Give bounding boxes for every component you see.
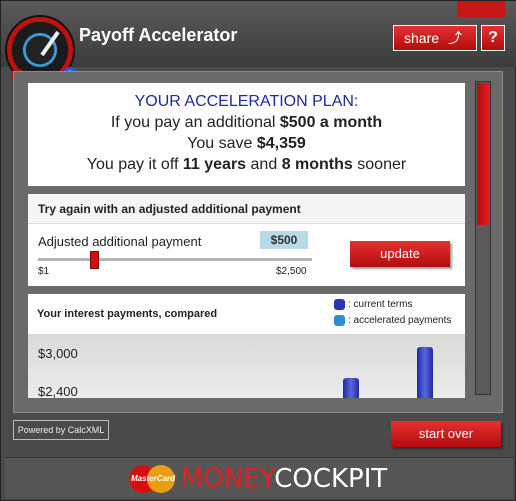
legend-current-swatch bbox=[334, 299, 345, 310]
adjusted-payment-label: Adjusted additional payment bbox=[38, 234, 202, 249]
share-button[interactable]: share ⤴ bbox=[393, 25, 477, 51]
comparison-heading: Your interest payments, compared bbox=[37, 308, 218, 320]
plan-and-text: and bbox=[250, 156, 278, 173]
top-accent-strip bbox=[457, 1, 505, 17]
legend-accelerated-label: : accelerated payments bbox=[348, 315, 452, 327]
chart-bar bbox=[417, 347, 433, 398]
acceleration-plan-summary: YOUR ACCELERATION PLAN: If you pay an ad… bbox=[28, 83, 465, 186]
powered-by-link[interactable]: Powered by CalcXML bbox=[13, 420, 109, 440]
plan-line-savings-prefix: You save bbox=[187, 135, 253, 152]
chart-bar bbox=[343, 378, 359, 398]
slider-max-label: $2,500 bbox=[276, 266, 307, 277]
brand-cockpit: COCKPIT bbox=[274, 464, 388, 494]
plan-heading: YOUR ACCELERATION PLAN: bbox=[134, 93, 359, 110]
plan-savings-value: $4,359 bbox=[256, 135, 306, 152]
legend-current-label: : current terms bbox=[348, 299, 413, 311]
slider-min-label: $1 bbox=[38, 266, 50, 277]
footer-bar: MasterCard MONEYCOCKPIT bbox=[5, 457, 513, 499]
app-window: − + Payoff Accelerator share ⤴ ? YOUR AC… bbox=[0, 0, 516, 501]
payment-slider-thumb[interactable] bbox=[90, 251, 99, 269]
y-tick-label: $2,400 bbox=[38, 384, 78, 398]
interest-comparison-panel: Your interest payments, compared : curre… bbox=[28, 294, 465, 398]
plan-line-payoff-suffix: sooner bbox=[357, 156, 407, 173]
plan-line-payoff-prefix: You pay it off bbox=[86, 156, 179, 173]
legend-current-terms: : current terms bbox=[334, 299, 412, 310]
adjust-payment-panel: Try again with an adjusted additional pa… bbox=[28, 194, 465, 286]
plan-line-savings: You save $4,359 bbox=[28, 135, 465, 153]
mastercard-logo-icon: MasterCard bbox=[129, 465, 175, 493]
y-tick-label: $3,000 bbox=[38, 346, 78, 361]
plan-months-value: 8 months bbox=[281, 156, 353, 173]
adjusted-payment-value: $500 bbox=[260, 231, 308, 249]
moneycockpit-logo: MONEYCOCKPIT bbox=[181, 464, 387, 494]
plan-additional-payment-value: $500 a month bbox=[279, 114, 383, 131]
interest-chart-area: $3,000 $2,400 bbox=[28, 334, 465, 398]
start-over-button[interactable]: start over bbox=[391, 421, 501, 447]
share-button-label: share bbox=[404, 30, 440, 46]
app-title: Payoff Accelerator bbox=[79, 25, 238, 45]
mastercard-text: MasterCard bbox=[131, 474, 176, 483]
legend-accelerated-payments: : accelerated payments bbox=[334, 315, 451, 326]
legend-accelerated-swatch bbox=[334, 315, 345, 326]
plan-line-payoff: You pay it off 11 years and 8 months soo… bbox=[28, 156, 465, 174]
plan-line-payment: If you pay an additional $500 a month bbox=[28, 114, 465, 132]
update-button[interactable]: update bbox=[350, 241, 450, 267]
payment-slider-track[interactable] bbox=[38, 258, 312, 261]
scrollbar-thumb[interactable] bbox=[477, 83, 489, 225]
gauge-needle bbox=[40, 30, 60, 57]
plan-line-payment-prefix: If you pay an additional bbox=[110, 114, 276, 131]
plan-years-value: 11 years bbox=[182, 156, 247, 173]
brand-money: MONEY bbox=[181, 464, 275, 494]
help-button[interactable]: ? bbox=[481, 25, 505, 51]
share-icon: ⤴ bbox=[448, 30, 462, 46]
adjust-heading: Try again with an adjusted additional pa… bbox=[28, 194, 465, 224]
